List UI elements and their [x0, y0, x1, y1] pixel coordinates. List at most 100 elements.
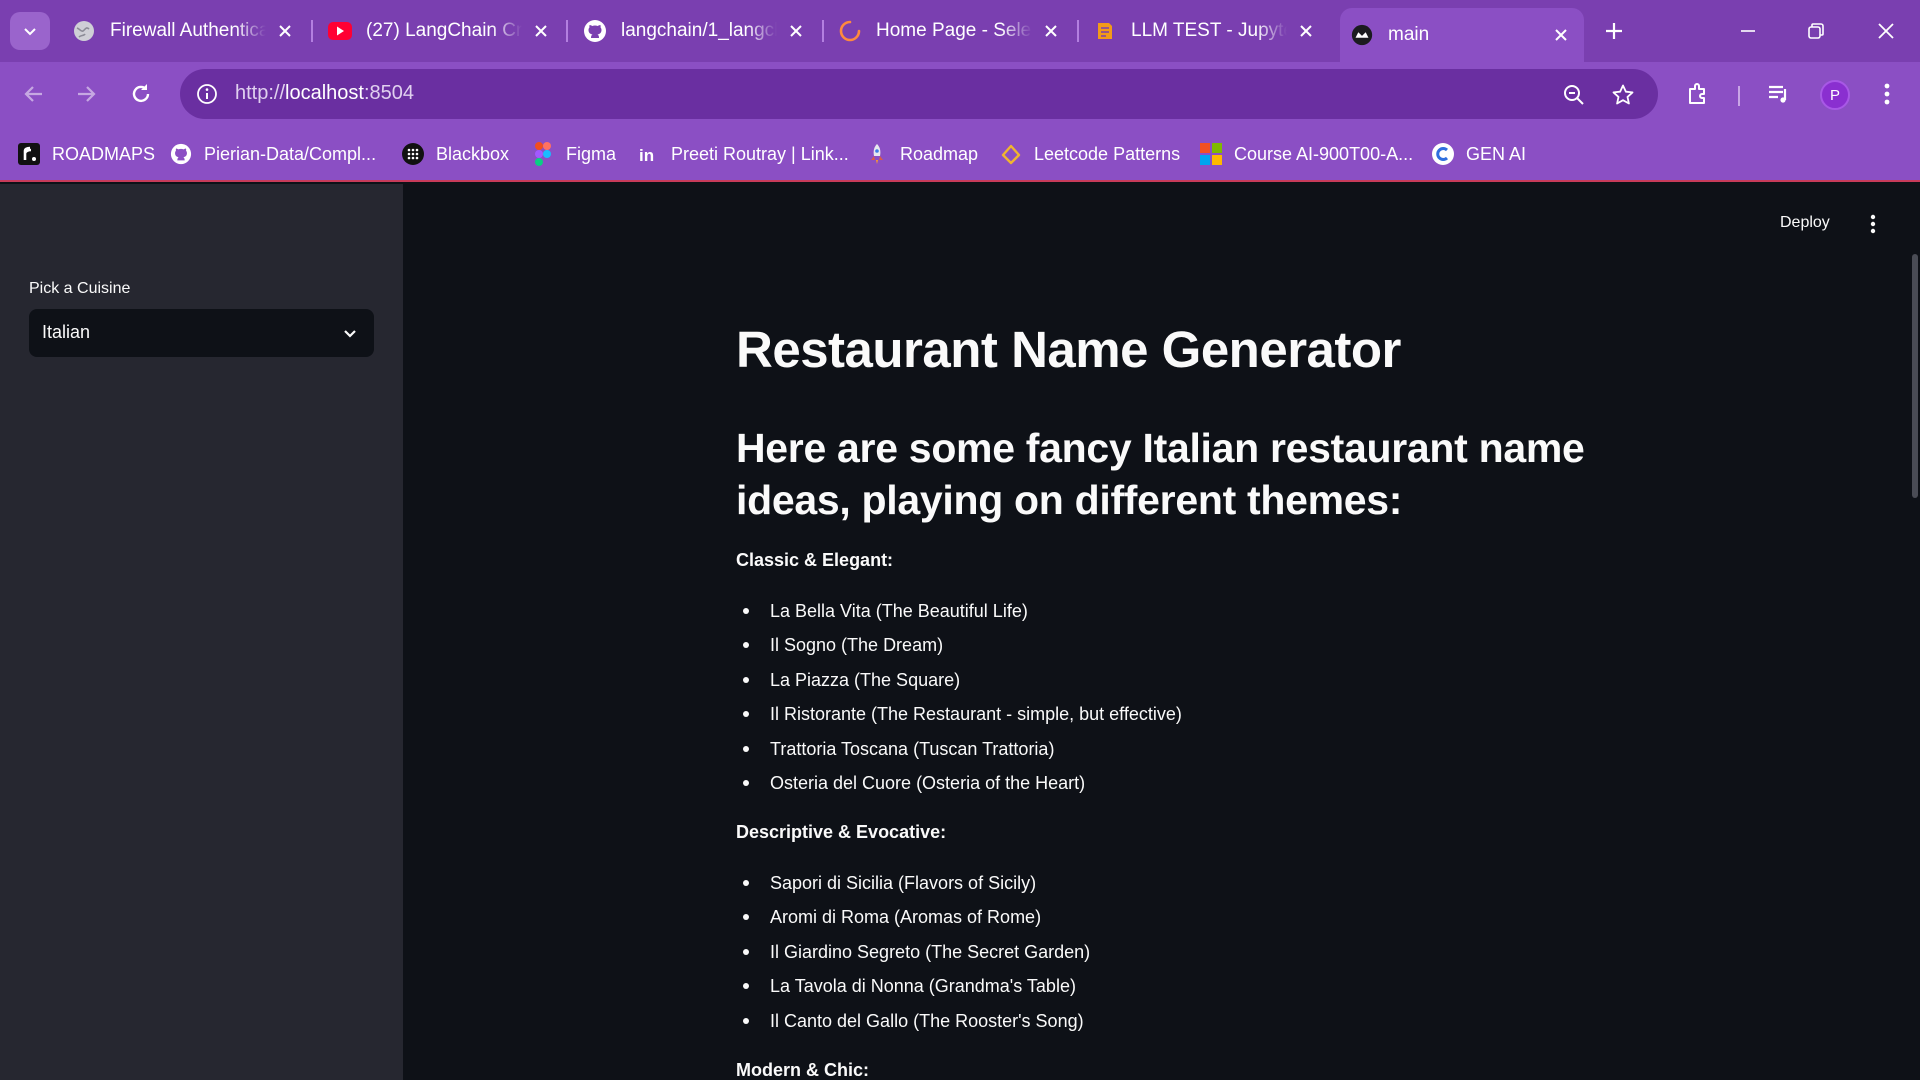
github-icon: [583, 19, 607, 43]
bookmark-gen-ai[interactable]: GEN AI: [1432, 140, 1526, 168]
rocket-icon: [866, 143, 888, 165]
address-bar[interactable]: http://localhost:8504: [180, 69, 1658, 119]
site-info-icon[interactable]: [192, 79, 222, 109]
bookmark-course-ai900[interactable]: Course AI-900T00-A...: [1200, 140, 1413, 168]
arrow-left-icon: [24, 86, 42, 102]
browser-tab-strip: Firewall Authentica (27) LangChain Cra l…: [0, 0, 1920, 62]
kebab-menu-icon: [1870, 214, 1876, 234]
bookmark-label: Preeti Routray | Link...: [671, 143, 849, 164]
bookmark-label: Roadmap: [900, 143, 979, 164]
bookmark-roadmap[interactable]: Roadmap: [866, 140, 978, 168]
list-item: Osteria del Cuore (Osteria of the Heart): [742, 773, 1086, 793]
kebab-menu-icon: [1884, 83, 1890, 105]
tab-title: LLM TEST - Jupyter: [1131, 20, 1287, 41]
tab-separator: [566, 20, 568, 42]
toolbar-divider: [1738, 86, 1740, 106]
jupyter-icon: [1093, 19, 1117, 43]
bookmarks-bar: ROADMAPS Pierian-Data/Compl... Blackbox …: [0, 126, 1920, 182]
tab-home-page[interactable]: Home Page - Selec: [838, 8, 1062, 54]
media-control-button[interactable]: [1763, 78, 1795, 110]
bookmark-linkedin[interactable]: in Preeti Routray | Link...: [637, 140, 849, 168]
tab-main-active[interactable]: main: [1340, 8, 1584, 62]
bookmark-figma[interactable]: Figma: [532, 140, 616, 168]
bookmark-label: Pierian-Data/Compl...: [204, 143, 377, 164]
tab-title: Firewall Authentica: [110, 20, 266, 41]
close-icon[interactable]: [1040, 20, 1062, 42]
blackbox-icon: [402, 143, 424, 165]
list-item: Aromi di Roma (Aromas of Rome): [742, 907, 1042, 927]
profile-avatar[interactable]: P: [1820, 80, 1850, 110]
streamlit-icon: [1350, 23, 1374, 47]
tab-title: Home Page - Selec: [876, 20, 1032, 41]
svg-text:in: in: [639, 146, 654, 165]
browser-menu-button[interactable]: [1871, 78, 1903, 110]
puzzle-icon: [1689, 83, 1705, 104]
globe-icon: [72, 19, 96, 43]
section-heading: Descriptive & Evocative:: [736, 822, 947, 842]
github-icon: [170, 143, 192, 165]
app-menu-button[interactable]: [1861, 210, 1885, 238]
chevron-down-icon: [24, 28, 36, 36]
bookmark-leetcode-patterns[interactable]: Leetcode Patterns: [1000, 140, 1180, 168]
back-button[interactable]: [16, 76, 52, 112]
minimize-icon: [1741, 30, 1755, 32]
url-scheme: http://: [235, 82, 286, 104]
list-item: Il Giardino Segreto (The Secret Garden): [742, 942, 1091, 962]
bookmark-label: Course AI-900T00-A...: [1234, 143, 1414, 164]
minimize-button[interactable]: [1728, 12, 1768, 50]
tab-jupyter[interactable]: LLM TEST - Jupyter: [1093, 8, 1317, 54]
list-item: La Piazza (The Square): [742, 670, 961, 690]
close-icon[interactable]: [1295, 20, 1317, 42]
bookmark-roadmaps[interactable]: ROADMAPS: [18, 140, 155, 168]
extensions-button[interactable]: [1683, 78, 1715, 110]
roadmap-sh-icon: [18, 143, 40, 165]
tab-github-langchain[interactable]: langchain/1_langcl: [583, 8, 807, 54]
restore-icon: [1808, 23, 1824, 39]
c-logo-icon: [1432, 143, 1454, 165]
tab-search-button[interactable]: [10, 12, 50, 50]
tab-langchain-youtube[interactable]: (27) LangChain Cra: [328, 8, 552, 54]
leetcode-icon: [1000, 143, 1022, 165]
close-icon[interactable]: [274, 20, 296, 42]
bookmark-pierian-data[interactable]: Pierian-Data/Compl...: [170, 140, 376, 168]
list-item: Trattoria Toscana (Tuscan Trattoria): [742, 739, 1055, 759]
list-item: Il Canto del Gallo (The Rooster's Song): [743, 1011, 1084, 1031]
list-item: Sapori di Sicilia (Flavors of Sicily): [742, 873, 1037, 893]
bookmark-blackbox[interactable]: Blackbox: [402, 140, 509, 168]
list-item: La Tavola di Nonna (Grandma's Table): [743, 976, 1076, 996]
cuisine-select-label: Pick a Cuisine: [29, 280, 131, 297]
deploy-button[interactable]: Deploy: [1780, 214, 1830, 232]
bookmark-label: Blackbox: [436, 143, 510, 164]
list-item: Il Ristorante (The Restaurant - simple, …: [743, 704, 1182, 724]
bookmark-star-icon[interactable]: [1609, 81, 1637, 109]
browser-toolbar: http://localhost:8504 P: [0, 62, 1920, 126]
zoom-icon[interactable]: [1560, 81, 1588, 109]
forward-button[interactable]: [68, 76, 104, 112]
microsoft-icon: [1200, 143, 1222, 165]
loading-spinner-icon: [838, 19, 862, 43]
close-icon[interactable]: [1550, 24, 1572, 46]
restore-button[interactable]: [1796, 12, 1836, 50]
page-subtitle: Here are some fancy Italian restaurant n…: [736, 425, 1585, 523]
close-icon[interactable]: [785, 20, 807, 42]
close-icon: [1878, 23, 1894, 39]
close-icon[interactable]: [530, 20, 552, 42]
bookmark-label: ROADMAPS: [52, 143, 156, 164]
main-scrollbar[interactable]: [1912, 254, 1918, 498]
url-host: localhost: [285, 82, 364, 104]
app-main: Deploy Restaurant Name Generator Here ar…: [403, 184, 1920, 1080]
reload-button[interactable]: [123, 76, 159, 112]
linkedin-icon: in: [637, 143, 659, 165]
figma-icon: [532, 142, 554, 166]
cuisine-select[interactable]: Italian: [29, 309, 374, 357]
list-item: La Bella Vita (The Beautiful Life): [743, 601, 1028, 621]
new-tab-button[interactable]: [1598, 15, 1630, 47]
app-sidebar: Pick a Cuisine Italian: [0, 184, 403, 1080]
cuisine-select-value: Italian: [42, 322, 91, 342]
tab-separator: [1077, 20, 1079, 42]
bookmark-label: Figma: [566, 143, 617, 164]
close-window-button[interactable]: [1866, 12, 1906, 50]
tab-title: (27) LangChain Cra: [366, 20, 522, 41]
tab-separator: [822, 20, 824, 42]
tab-firewall[interactable]: Firewall Authentica: [72, 8, 296, 54]
